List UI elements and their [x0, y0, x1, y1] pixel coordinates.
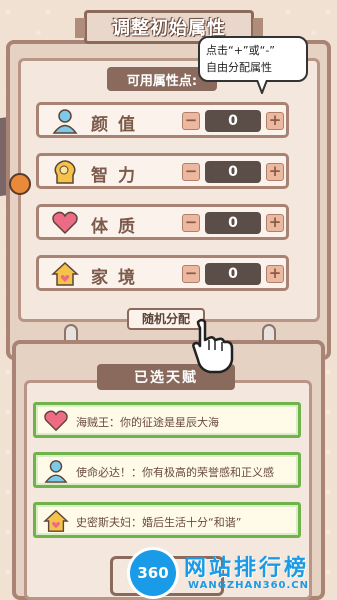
person-icon — [51, 108, 79, 134]
decrease-button[interactable]: − — [182, 112, 200, 130]
attribute-value: 0 — [205, 161, 261, 183]
increase-button[interactable]: + — [266, 163, 284, 181]
attribute-row-family: 家境 − 0 + — [36, 255, 289, 291]
house-icon — [51, 261, 79, 287]
attribute-value: 0 — [205, 110, 261, 132]
watermark-subtitle: WANGZHAN360.CN — [188, 580, 310, 591]
increase-button[interactable]: + — [266, 265, 284, 283]
attribute-value: 0 — [205, 263, 261, 285]
attribute-label: 体质 — [91, 217, 145, 237]
tooltip-tail — [256, 80, 268, 94]
phone-icon[interactable] — [9, 173, 31, 195]
house-icon — [42, 508, 70, 534]
watermark-badge: 360 — [130, 550, 176, 596]
attribute-value: 0 — [205, 212, 261, 234]
decrease-button[interactable]: − — [182, 163, 200, 181]
talent-text: 史密斯夫妇：婚后生活十分“和谐” — [76, 516, 242, 529]
watermark-logo: 360 网站排行榜 WANGZHAN360.CN — [130, 546, 337, 600]
increase-button[interactable]: + — [266, 214, 284, 232]
heart-icon — [42, 408, 70, 434]
brain-icon — [51, 159, 79, 185]
tooltip-line: 点击“+”或“-” — [206, 44, 275, 57]
decrease-button[interactable]: − — [182, 214, 200, 232]
attribute-row-constitution: 体质 − 0 + — [36, 204, 289, 240]
hint-tooltip: 点击“+”或“-” 自由分配属性 — [198, 36, 308, 82]
attribute-label: 家境 — [91, 268, 145, 288]
attribute-row-appearance: 颜值 − 0 + — [36, 102, 289, 138]
talent-card: 史密斯夫妇：婚后生活十分“和谐” — [33, 502, 301, 538]
attribute-label: 颜值 — [91, 115, 145, 135]
attribute-label: 智力 — [91, 166, 145, 186]
decrease-button[interactable]: − — [182, 265, 200, 283]
tooltip-line: 自由分配属性 — [206, 61, 272, 74]
increase-button[interactable]: + — [266, 112, 284, 130]
person-icon — [42, 458, 70, 484]
heart-icon — [51, 210, 79, 236]
watermark-title: 网站排行榜 — [184, 556, 310, 581]
talent-card: 海贼王：你的征途是星辰大海 — [33, 402, 301, 438]
talent-text: 海贼王：你的征途是星辰大海 — [76, 416, 219, 429]
talent-text: 使命必达！：你有极高的荣誉感和正义感 — [76, 466, 274, 479]
attribute-row-intelligence: 智力 − 0 + — [36, 153, 289, 189]
pointing-hand-icon — [192, 318, 234, 374]
talent-card: 使命必达！：你有极高的荣誉感和正义感 — [33, 452, 301, 488]
